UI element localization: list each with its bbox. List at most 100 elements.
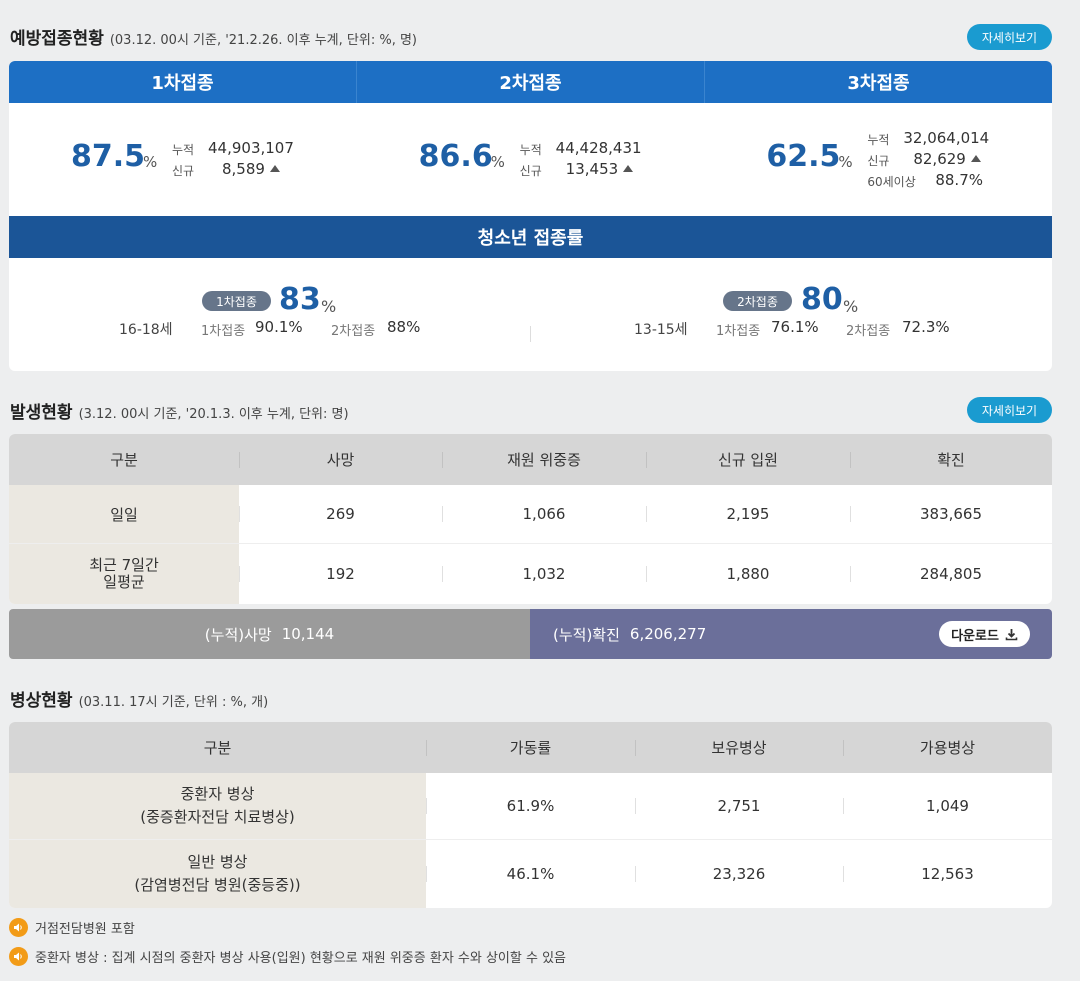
daily-severe: 1,066 [442, 485, 646, 543]
avg-confirmed: 284,805 [850, 544, 1052, 604]
increase-arrow-icon [269, 165, 280, 172]
dose-2-stats: 86.6 % 누적 44,428,431 신규 13,453 [357, 103, 705, 216]
vaccination-subtitle: (03.12. 00시 기준, '21.2.26. 이후 누계, 단위: %, … [109, 33, 417, 48]
vaccination-detail-button[interactable]: 자세히보기 [967, 24, 1052, 50]
teen-13-15-d1-value: 76.1% [771, 318, 819, 336]
cumulative-bar: (누적)사망 10,144 (누적)확진 6,206,277 다운로드 [9, 609, 1052, 659]
cumulative-confirmed: (누적)확진 6,206,277 다운로드 [530, 609, 1052, 659]
table-row: 일반 병상 (감염병전담 병원(중등중)) 46.1% 23,326 12,56… [9, 840, 1052, 908]
download-icon [1005, 628, 1018, 640]
vaccination-header: 예방접종현황 (03.12. 00시 기준, '21.2.26. 이후 누계, … [10, 24, 417, 49]
daily-death: 269 [239, 485, 442, 543]
beds-table: 구분 가동률 보유병상 가용병상 중환자 병상 (중증환자전담 치료병상) 61… [9, 722, 1052, 908]
speaker-icon [9, 918, 28, 937]
dose-3-stats: 62.5 % 누적 32,064,014 신규 82,629 60세이상 88.… [704, 103, 1052, 216]
dose-values-row: 87.5 % 누적 44,903,107 신규 8,589 86.6 % 누적 … [9, 103, 1052, 216]
occurrence-detail-button[interactable]: 자세히보기 [967, 397, 1052, 423]
icu-available: 1,049 [843, 773, 1052, 839]
dose-3-rate: 62.5 [766, 139, 841, 174]
row-label-7day-avg: 최근 7일간 일평균 [9, 544, 239, 604]
dose-3-cum-value: 32,064,014 [903, 129, 990, 147]
dose-2-pct: % [490, 153, 505, 171]
beds-table-header: 구분 가동률 보유병상 가용병상 [9, 722, 1052, 773]
teen-vaccination-body: 16-18세 1차접종 83 % 1차접종 90.1% 2차접종 88% 13-… [9, 258, 1052, 371]
occurrence-header: 발생현황 (3.12. 00시 기준, '20.1.3. 이후 누계, 단위: … [10, 398, 349, 423]
table-row: 일일 269 1,066 2,195 383,665 [9, 485, 1052, 544]
dose-3-new-label: 신규 [867, 154, 890, 168]
general-utilization: 46.1% [426, 840, 635, 908]
dose-1-new-label: 신규 [172, 164, 195, 178]
teen-age-16-18: 16-18세 [119, 322, 173, 338]
teen-13-15-pill: 2차접종 [723, 291, 792, 311]
general-owned: 23,326 [635, 840, 843, 908]
dose-header-row: 1차접종 2차접종 3차접종 [9, 61, 1052, 103]
teen-13-15-d1-label: 1차접종 [716, 324, 761, 339]
col-header-new-admission: 신규 입원 [646, 434, 850, 485]
dose-header-2: 2차접종 [356, 61, 704, 103]
increase-arrow-icon [970, 155, 981, 162]
teen-16-18-pill: 1차접종 [202, 291, 271, 311]
teen-13-15-d2-label: 2차접종 [846, 324, 891, 339]
row-label-icu: 중환자 병상 (중증환자전담 치료병상) [9, 773, 426, 839]
download-button[interactable]: 다운로드 [939, 621, 1030, 647]
occurrence-title: 발생현황 [10, 403, 73, 423]
dose-1-pct: % [143, 153, 158, 171]
dose-1-cum-label: 누적 [172, 143, 195, 157]
occurrence-table: 구분 사망 재원 위중증 신규 입원 확진 일일 269 1,066 2,195… [9, 434, 1052, 604]
dose-2-rate: 86.6 [418, 139, 493, 174]
speaker-icon [9, 947, 28, 966]
beds-title: 병상현황 [10, 691, 73, 711]
vaccination-card: 1차접종 2차접종 3차접종 87.5 % 누적 44,903,107 신규 8… [9, 61, 1052, 371]
teen-age-13-15: 13-15세 [634, 322, 688, 338]
dose-1-new-value: 8,589 [222, 160, 280, 178]
beds-header: 병상현황 (03.11. 17시 기준, 단위 : %, 개) [10, 686, 268, 711]
teen-13-15-pct: % [843, 297, 859, 316]
col-header-utilization: 가동률 [426, 722, 635, 773]
avg-severe: 1,032 [442, 544, 646, 604]
increase-arrow-icon [623, 165, 634, 172]
row-label-general: 일반 병상 (감염병전담 병원(중등중)) [9, 840, 426, 908]
avg-death: 192 [239, 544, 442, 604]
dose-1-rate: 87.5 [71, 139, 146, 174]
dose-3-cum-label: 누적 [867, 133, 890, 147]
teen-divider [530, 326, 531, 342]
occurrence-table-header: 구분 사망 재원 위중증 신규 입원 확진 [9, 434, 1052, 485]
teen-16-18-d1-label: 1차접종 [201, 324, 246, 339]
vaccination-title: 예방접종현황 [10, 29, 104, 49]
teen-vaccination-title: 청소년 접종률 [9, 216, 1052, 258]
dose-3-60plus-label: 60세이상 [867, 175, 916, 189]
dose-header-3: 3차접종 [704, 61, 1052, 103]
row-label-daily: 일일 [9, 485, 239, 543]
icu-utilization: 61.9% [426, 773, 635, 839]
dose-2-cum-value: 44,428,431 [555, 139, 642, 157]
dose-header-1: 1차접종 [151, 73, 214, 94]
dose-3-new-value: 82,629 [913, 150, 981, 168]
daily-confirmed: 383,665 [850, 485, 1052, 543]
dose-3-pct: % [838, 153, 853, 171]
general-available: 12,563 [843, 840, 1052, 908]
dose-2-cum-label: 누적 [519, 143, 542, 157]
occurrence-subtitle: (3.12. 00시 기준, '20.1.3. 이후 누계, 단위: 명) [78, 407, 349, 422]
col-header-confirmed: 확진 [850, 434, 1052, 485]
teen-13-15-d2-value: 72.3% [902, 318, 950, 336]
cumulative-death: (누적)사망 10,144 [9, 609, 530, 659]
beds-subtitle: (03.11. 17시 기준, 단위 : %, 개) [78, 695, 269, 710]
note-2: 중환자 병상 : 집계 시점의 중환자 병상 사용(입원) 현황으로 재원 위중… [9, 947, 566, 966]
col-header-category: 구분 [203, 739, 232, 757]
teen-16-18-pct: % [321, 297, 337, 316]
table-row: 중환자 병상 (중증환자전담 치료병상) 61.9% 2,751 1,049 [9, 773, 1052, 840]
teen-16-18-d1-value: 90.1% [255, 318, 303, 336]
dose-1-cum-value: 44,903,107 [208, 139, 294, 157]
col-header-severe: 재원 위중증 [442, 434, 646, 485]
col-header-owned-beds: 보유병상 [635, 722, 843, 773]
teen-16-18-d2-label: 2차접종 [331, 324, 376, 339]
note-1: 거점전담병원 포함 [9, 918, 135, 937]
teen-16-18-rate: 83 [279, 282, 321, 317]
dose-2-new-label: 신규 [519, 164, 542, 178]
dose-3-60plus-value: 88.7% [935, 171, 983, 189]
teen-16-18-d2-value: 88% [387, 318, 421, 336]
icu-owned: 2,751 [635, 773, 843, 839]
dose-1-stats: 87.5 % 누적 44,903,107 신규 8,589 [9, 103, 357, 216]
daily-new-admission: 2,195 [646, 485, 850, 543]
col-header-available-beds: 가용병상 [843, 722, 1052, 773]
